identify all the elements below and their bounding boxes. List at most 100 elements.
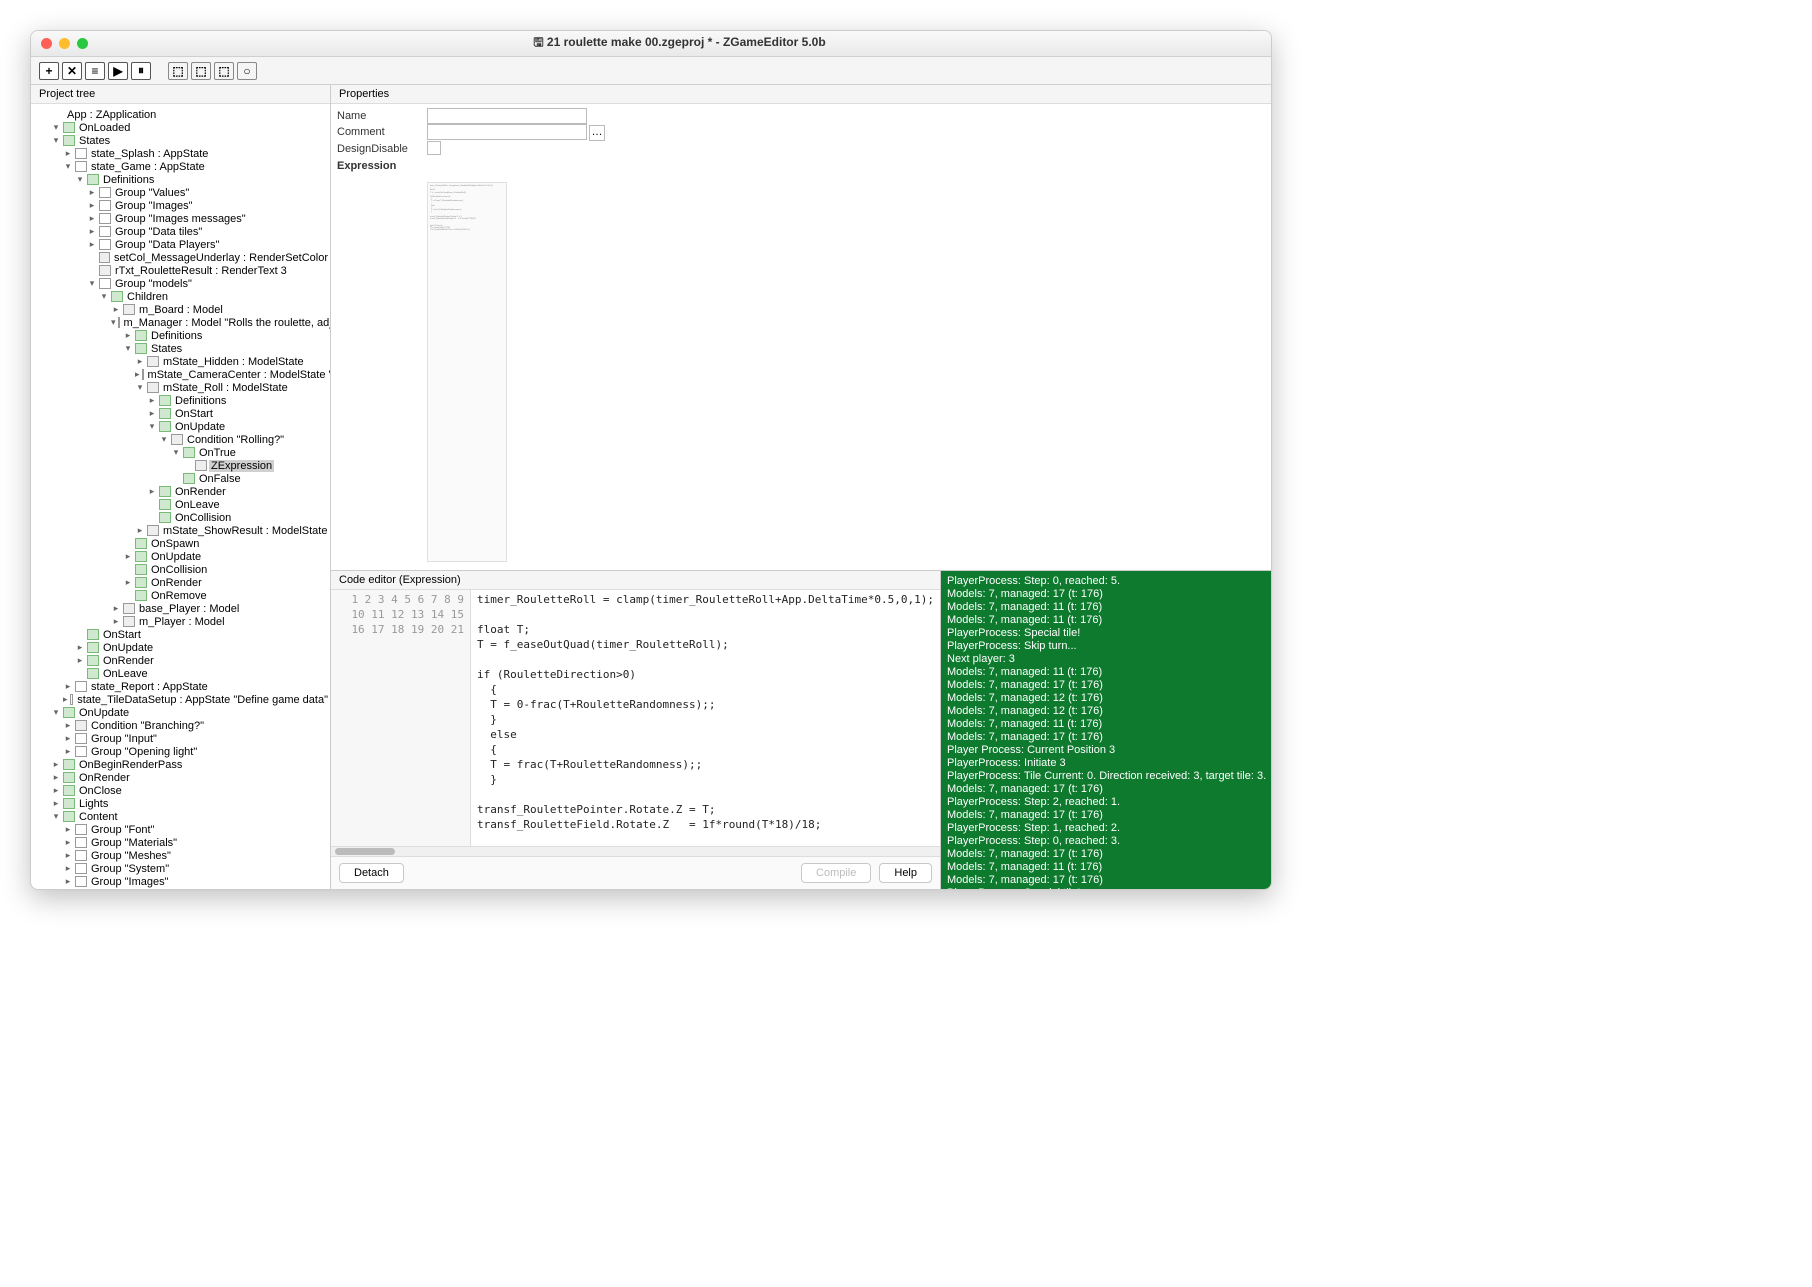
tree-toggle-icon[interactable]: ▾	[147, 421, 157, 432]
tree-node[interactable]: ▸Definitions	[31, 394, 330, 407]
tree-node[interactable]: ▸Group "Input"	[31, 732, 330, 745]
tree-node[interactable]: ZExpression	[31, 459, 330, 472]
tree-node[interactable]: ▸base_Player : Model	[31, 602, 330, 615]
tree-toggle-icon[interactable]: ▸	[63, 746, 73, 757]
minimize-icon[interactable]	[59, 38, 70, 49]
tree-toggle-icon[interactable]: ▸	[75, 642, 85, 653]
tree-node[interactable]: ▸Group "Images"	[31, 199, 330, 212]
tree-node[interactable]: ▾OnUpdate	[31, 420, 330, 433]
tree-toggle-icon[interactable]: ▸	[123, 551, 133, 562]
tree-node[interactable]: ▸OnUpdate	[31, 641, 330, 654]
tree-toggle-icon[interactable]: ▾	[51, 707, 61, 718]
tree-node[interactable]: rTxt_RouletteResult : RenderText 3	[31, 264, 330, 277]
compile-button[interactable]: Compile	[801, 863, 871, 883]
prop-designdisable-checkbox[interactable]	[427, 141, 441, 155]
tree-toggle-icon[interactable]: ▸	[63, 681, 73, 692]
tree-toggle-icon[interactable]: ▾	[123, 343, 133, 354]
tree-toggle-icon[interactable]: ▸	[63, 694, 68, 705]
toolbar-frame2-button[interactable]: ⬚	[191, 62, 211, 80]
tree-toggle-icon[interactable]: ▸	[51, 772, 61, 783]
tree-node[interactable]: ▸OnBeginRenderPass	[31, 758, 330, 771]
tree-toggle-icon[interactable]: ▸	[135, 369, 140, 380]
tree-node[interactable]: ▸Group "Font"	[31, 823, 330, 836]
tree-toggle-icon[interactable]: ▸	[87, 200, 97, 211]
tree-node[interactable]: ▸OnStart	[31, 407, 330, 420]
tree-toggle-icon[interactable]: ▾	[87, 278, 97, 289]
tree-node[interactable]: ▾Definitions	[31, 173, 330, 186]
tree-toggle-icon[interactable]: ▸	[135, 525, 145, 536]
tree-toggle-icon[interactable]: ▸	[63, 850, 73, 861]
tree-node[interactable]: ▸Group "Values"	[31, 186, 330, 199]
tree-node[interactable]: ▸OnClose	[31, 784, 330, 797]
tree-node[interactable]: ▸OnRender	[31, 485, 330, 498]
tree-toggle-icon[interactable]: ▸	[87, 239, 97, 250]
toolbar-pause-button[interactable]: ⏸	[131, 62, 151, 80]
tree-toggle-icon[interactable]: ▾	[75, 174, 85, 185]
tree-node[interactable]: ▸Group "Images"	[31, 875, 330, 888]
tree-node[interactable]: ▾OnUpdate	[31, 706, 330, 719]
tree-node[interactable]: ▸m_Player : Model	[31, 615, 330, 628]
tree-node[interactable]: ▾OnTrue	[31, 446, 330, 459]
tree-toggle-icon[interactable]: ▸	[63, 837, 73, 848]
toolbar-run-button[interactable]: ▶	[108, 62, 128, 80]
tree-toggle-icon[interactable]: ▾	[99, 291, 109, 302]
tree-node[interactable]: ▸OnUpdate	[31, 550, 330, 563]
tree-node[interactable]: OnLeave	[31, 667, 330, 680]
tree-node[interactable]: ▸state_Report : AppState	[31, 680, 330, 693]
tree-node[interactable]: OnFalse	[31, 472, 330, 485]
code-textarea[interactable]: timer_RouletteRoll = clamp(timer_Roulett…	[471, 590, 940, 846]
tree-toggle-icon[interactable]: ▸	[63, 863, 73, 874]
tree-toggle-icon[interactable]: ▾	[63, 161, 73, 172]
toolbar-add-button[interactable]: +	[39, 62, 59, 80]
tree-node[interactable]: ▸Definitions	[31, 329, 330, 342]
toolbar-frame1-button[interactable]: ⬚	[168, 62, 188, 80]
tree-toggle-icon[interactable]: ▸	[147, 395, 157, 406]
tree-toggle-icon[interactable]: ▸	[123, 330, 133, 341]
tree-node[interactable]: ▸state_Splash : AppState	[31, 147, 330, 160]
tree-toggle-icon[interactable]: ▸	[63, 733, 73, 744]
tree-node[interactable]: ▸mState_Hidden : ModelState	[31, 355, 330, 368]
tree-node[interactable]: ▸Condition "Branching?"	[31, 719, 330, 732]
tree-toggle-icon[interactable]: ▸	[87, 213, 97, 224]
tree-node[interactable]: ▾state_Game : AppState	[31, 160, 330, 173]
tree-toggle-icon[interactable]: ▸	[111, 603, 121, 614]
tree-toggle-icon[interactable]: ▾	[111, 317, 116, 328]
prop-comment-more-button[interactable]: …	[589, 125, 605, 141]
tree-node[interactable]: ▸Group "Data Players"	[31, 238, 330, 251]
toolbar-list-button[interactable]: ≡	[85, 62, 105, 80]
tree-node[interactable]: App : ZApplication	[31, 108, 330, 121]
tree-toggle-icon[interactable]: ▸	[111, 304, 121, 315]
tree-node[interactable]: ▸Lights	[31, 797, 330, 810]
toolbar-frame3-button[interactable]: ⬚	[214, 62, 234, 80]
tree-node[interactable]: ▾Content	[31, 810, 330, 823]
tree-node[interactable]: ▾Children	[31, 290, 330, 303]
tree-toggle-icon[interactable]: ▸	[87, 226, 97, 237]
tree-toggle-icon[interactable]: ▾	[135, 382, 145, 393]
tree-node[interactable]: ▸OnRender	[31, 771, 330, 784]
tree-toggle-icon[interactable]: ▾	[51, 122, 61, 133]
project-tree[interactable]: App : ZApplication▾OnLoaded▾States▸state…	[31, 104, 330, 889]
tree-toggle-icon[interactable]: ▸	[51, 798, 61, 809]
tree-node[interactable]: ▾States	[31, 342, 330, 355]
tree-node[interactable]: ▾mState_Roll : ModelState	[31, 381, 330, 394]
tree-node[interactable]: OnStart	[31, 628, 330, 641]
tree-node[interactable]: ▸mState_CameraCenter : ModelState "Move	[31, 368, 330, 381]
tree-toggle-icon[interactable]: ▸	[87, 187, 97, 198]
tree-node[interactable]: ▾m_Manager : Model "Rolls the roulette, …	[31, 316, 330, 329]
tree-node[interactable]: ▾Condition "Rolling?"	[31, 433, 330, 446]
tree-toggle-icon[interactable]: ▸	[63, 720, 73, 731]
tree-node[interactable]: ▾States	[31, 134, 330, 147]
tree-node[interactable]: OnLeave	[31, 498, 330, 511]
tree-toggle-icon[interactable]: ▸	[63, 824, 73, 835]
expression-thumbnail[interactable]: timer_RouletteRoll = clamp(timer_Roulett…	[427, 182, 507, 562]
tree-node[interactable]: ▸m_Board : Model	[31, 303, 330, 316]
tree-node[interactable]: ▸mState_ShowResult : ModelState	[31, 524, 330, 537]
tree-node[interactable]: ▾Group "models"	[31, 277, 330, 290]
prop-name-input[interactable]	[427, 108, 587, 124]
tree-node[interactable]: ▸OnRender	[31, 576, 330, 589]
detach-button[interactable]: Detach	[339, 863, 404, 883]
tree-toggle-icon[interactable]: ▸	[147, 408, 157, 419]
tree-toggle-icon[interactable]: ▾	[159, 434, 169, 445]
toolbar-delete-button[interactable]: ✕	[62, 62, 82, 80]
tree-node[interactable]: OnCollision	[31, 511, 330, 524]
